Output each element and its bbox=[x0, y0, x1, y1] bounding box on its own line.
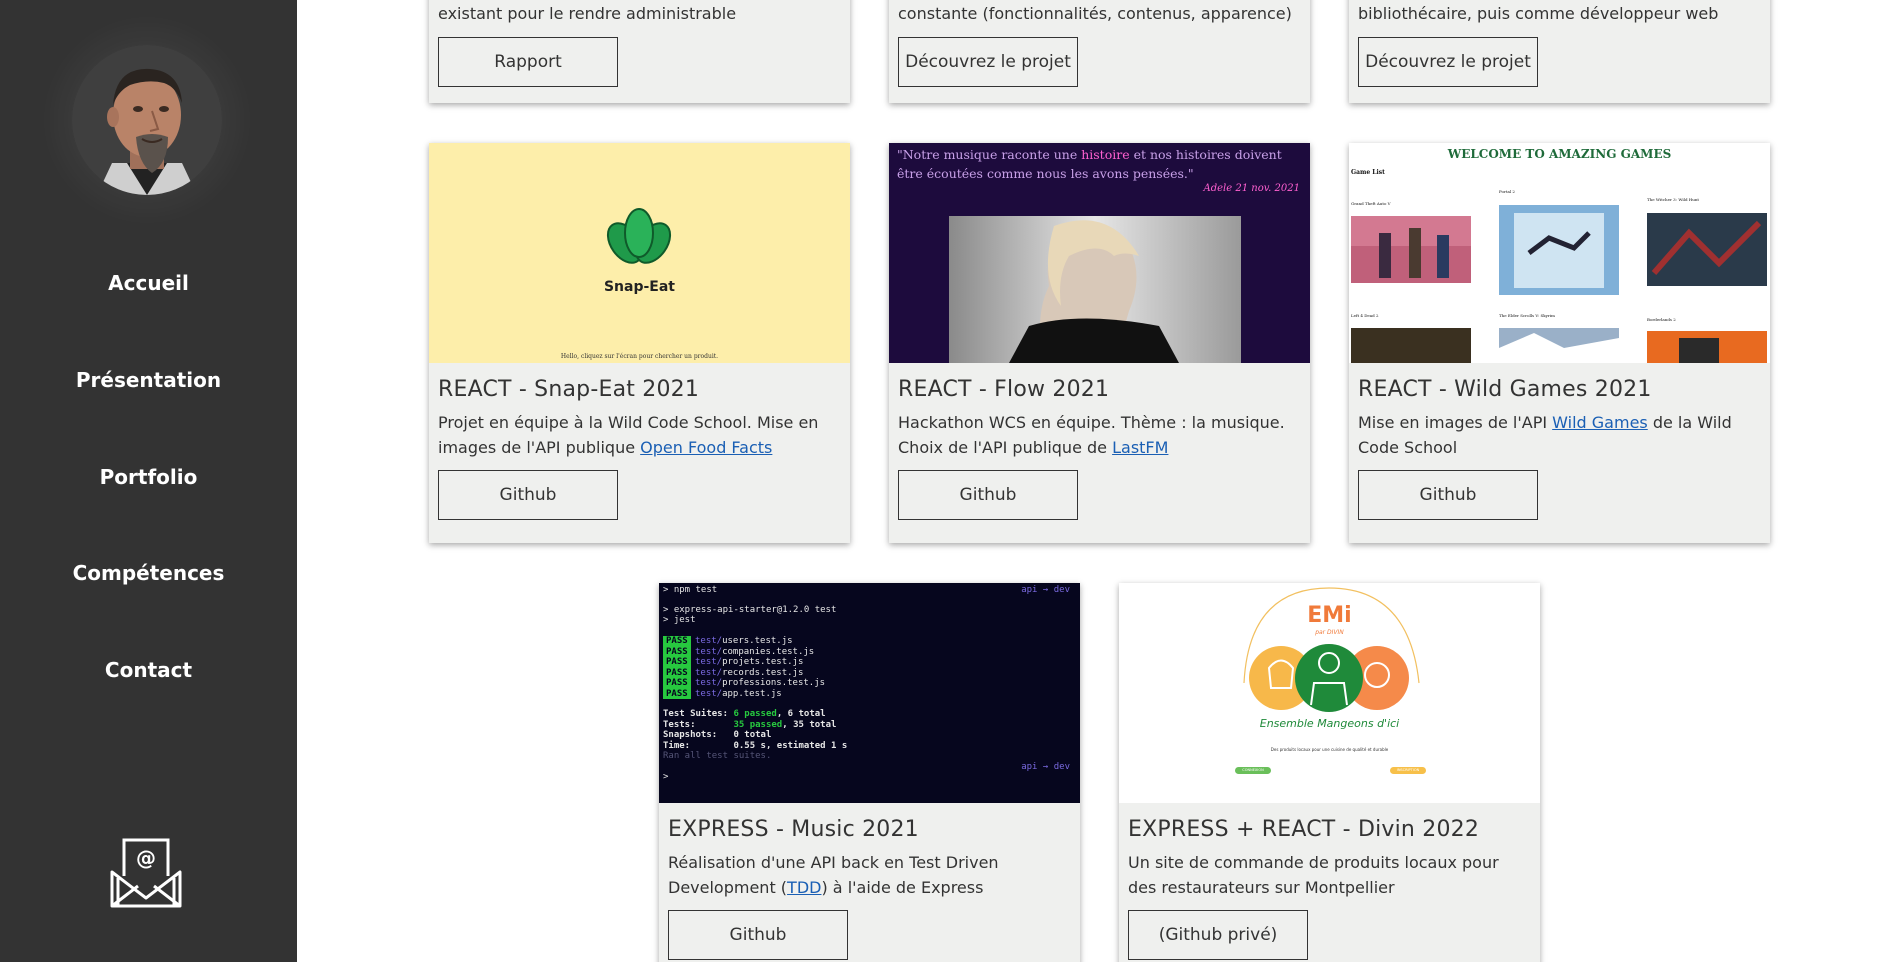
card-top-2: constante (fonctionnalités, contenus, ap… bbox=[889, 0, 1310, 103]
desc-text: ) à l'aide de Express bbox=[821, 878, 984, 897]
card-description: Hackathon WCS en équipe. Thème : la musi… bbox=[898, 410, 1301, 460]
wild-games-link[interactable]: Wild Games bbox=[1552, 413, 1648, 432]
lastfm-link[interactable]: LastFM bbox=[1112, 438, 1168, 457]
svg-text:@: @ bbox=[136, 846, 156, 870]
nav-accueil[interactable]: Accueil bbox=[0, 271, 297, 295]
nav-portfolio[interactable]: Portfolio bbox=[0, 465, 297, 489]
divin-tagline: Ensemble Mangeons d'ici bbox=[1259, 717, 1400, 730]
open-food-facts-link[interactable]: Open Food Facts bbox=[640, 438, 772, 457]
snap-eat-logo-text: Snap-Eat bbox=[603, 279, 676, 295]
quote-text: "Notre musique raconte une bbox=[897, 147, 1082, 162]
card-description: Réalisation d'une API back en Test Drive… bbox=[668, 850, 1071, 900]
github-button[interactable]: Github bbox=[898, 470, 1078, 520]
test-file: test/app.test.js bbox=[695, 688, 782, 699]
pass-badge: PASS bbox=[663, 688, 691, 699]
divin-brand-sub: par DIVIN bbox=[1315, 629, 1344, 636]
project-card-snap-eat: Snap-Eat Hello, cliquez sur l'écran pour… bbox=[429, 143, 850, 543]
terminal-branch: api → dev bbox=[1021, 762, 1070, 772]
singer-photo bbox=[949, 216, 1241, 363]
nav-contact[interactable]: Contact bbox=[0, 658, 297, 682]
summary-line: Time: 0.55 s, estimated 1 s bbox=[663, 740, 848, 751]
project-thumbnail[interactable]: WELCOME TO AMAZING GAMES Game List Grand… bbox=[1349, 143, 1770, 363]
card-description: existant pour le rendre administrable bbox=[438, 4, 737, 23]
github-private-button[interactable]: (Github privé) bbox=[1128, 910, 1308, 960]
github-button[interactable]: Github bbox=[1358, 470, 1538, 520]
summary-line: Tests: 35 passed, 35 total bbox=[663, 719, 837, 730]
pass-badge: PASS bbox=[663, 657, 691, 668]
terminal-line: > jest bbox=[663, 615, 696, 625]
project-card-flow: "Notre musique raconte une histoire et n… bbox=[889, 143, 1310, 543]
card-title: EXPRESS + REACT - Divin 2022 bbox=[1128, 817, 1480, 842]
project-thumbnail[interactable]: > npm test api → dev > express-api-start… bbox=[659, 583, 1080, 803]
divin-login-button: CONNEXION bbox=[1242, 768, 1264, 772]
test-file: test/records.test.js bbox=[695, 667, 804, 678]
summary-line: Snapshots: 0 total bbox=[663, 730, 772, 740]
card-title: REACT - Wild Games 2021 bbox=[1358, 377, 1652, 402]
card-title: EXPRESS - Music 2021 bbox=[668, 817, 919, 842]
sidebar: Accueil Présentation Portfolio Compétenc… bbox=[0, 0, 297, 962]
game-grid bbox=[1351, 205, 1767, 363]
card-title: REACT - Flow 2021 bbox=[898, 377, 1110, 402]
github-button[interactable]: Github bbox=[438, 470, 618, 520]
card-top-1: existant pour le rendre administrable Ra… bbox=[429, 0, 850, 103]
quote-highlight: histoire bbox=[1081, 147, 1130, 162]
card-title: REACT - Snap-Eat 2021 bbox=[438, 377, 700, 402]
project-thumbnail[interactable]: Snap-Eat Hello, cliquez sur l'écran pour… bbox=[429, 143, 850, 363]
desc-text: Mise en images de l'API bbox=[1358, 413, 1553, 432]
rapport-button[interactable]: Rapport bbox=[438, 37, 618, 87]
card-description: Projet en équipe à la Wild Code School. … bbox=[438, 410, 841, 460]
github-button[interactable]: Github bbox=[668, 910, 848, 960]
divin-signup-button: INSCRIPTION bbox=[1396, 768, 1420, 772]
summary-line: Ran all test suites. bbox=[663, 751, 772, 761]
divin-small-text: Des produits locaux pour une cuisine de … bbox=[1270, 747, 1389, 752]
thumb-quote: "Notre musique raconte une histoire et n… bbox=[897, 145, 1302, 183]
terminal-prompt: > npm test bbox=[663, 585, 718, 595]
card-description: bibliothécaire, puis comme développeur w… bbox=[1358, 4, 1719, 23]
card-top-3: bibliothécaire, puis comme développeur w… bbox=[1349, 0, 1770, 103]
pass-badge: PASS bbox=[663, 678, 691, 689]
test-file: test/projets.test.js bbox=[695, 657, 804, 667]
project-thumbnail[interactable]: EMi par DIVIN Ensemble Mangeons d'ici De… bbox=[1119, 583, 1540, 803]
summary-line: Test Suites: 6 passed, 6 total bbox=[663, 709, 826, 719]
test-file: test/professions.test.js bbox=[695, 678, 826, 688]
test-file: test/companies.test.js bbox=[695, 646, 815, 657]
pass-badge: PASS bbox=[663, 636, 691, 647]
pass-badge: PASS bbox=[663, 646, 691, 657]
desc-text: Hackathon WCS en équipe. Thème : la musi… bbox=[898, 413, 1285, 457]
mail-icon[interactable]: @ bbox=[110, 838, 182, 908]
terminal-branch: api → dev bbox=[1021, 585, 1070, 595]
avatar bbox=[72, 45, 222, 195]
project-card-wild-games: WELCOME TO AMAZING GAMES Game List Grand… bbox=[1349, 143, 1770, 543]
card-description: Un site de commande de produits locaux p… bbox=[1128, 853, 1499, 897]
test-file: test/users.test.js bbox=[695, 636, 793, 646]
project-card-divin: EMi par DIVIN Ensemble Mangeons d'ici De… bbox=[1119, 583, 1540, 962]
tdd-link[interactable]: TDD bbox=[787, 878, 821, 897]
nav-presentation[interactable]: Présentation bbox=[0, 368, 297, 392]
divin-brand: EMi bbox=[1307, 603, 1352, 628]
nav-competences[interactable]: Compétences bbox=[0, 561, 297, 585]
discover-project-button[interactable]: Découvrez le projet bbox=[1358, 37, 1538, 87]
pass-badge: PASS bbox=[663, 667, 691, 678]
thumb-footer-text: Hello, cliquez sur l'écran pour chercher… bbox=[560, 353, 719, 360]
project-card-music: > npm test api → dev > express-api-start… bbox=[659, 583, 1080, 962]
snap-eat-logo bbox=[606, 208, 672, 264]
terminal-cursor: > bbox=[663, 772, 669, 782]
card-description: Mise en images de l'API Wild Games de la… bbox=[1358, 410, 1761, 460]
card-description: constante (fonctionnalités, contenus, ap… bbox=[898, 4, 1292, 23]
terminal-line: > express-api-starter@1.2.0 test bbox=[663, 605, 837, 615]
project-thumbnail[interactable]: "Notre musique raconte une histoire et n… bbox=[889, 143, 1310, 363]
quote-author: Adele 21 nov. 2021 bbox=[1203, 183, 1300, 194]
discover-project-button[interactable]: Découvrez le projet bbox=[898, 37, 1078, 87]
